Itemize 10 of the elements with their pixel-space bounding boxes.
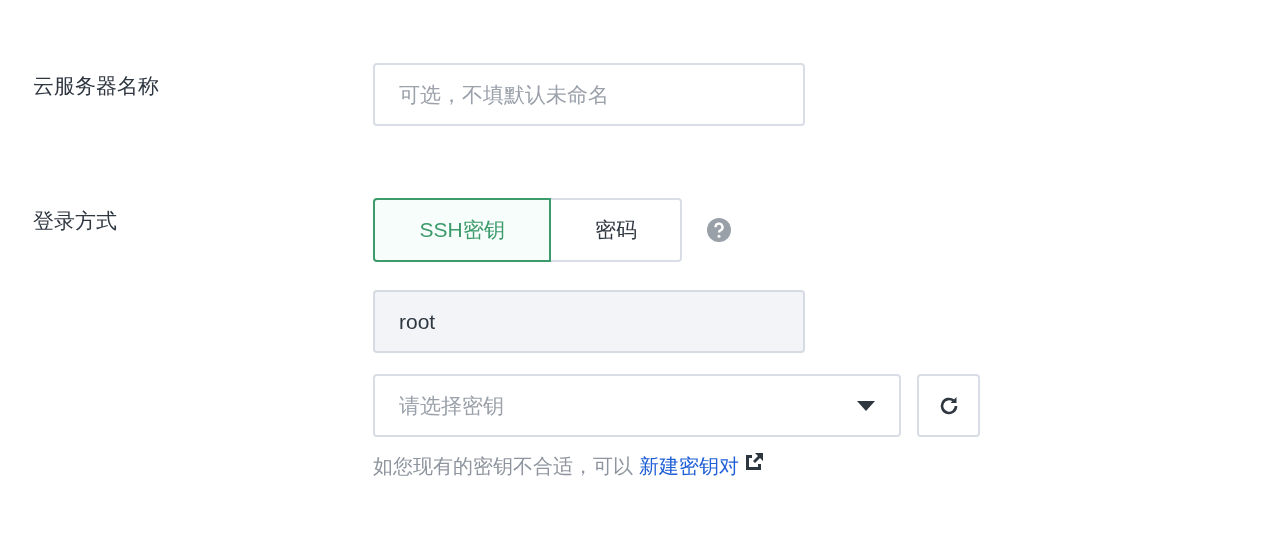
caret-icon bbox=[857, 400, 875, 411]
field-label: 登录方式 bbox=[33, 208, 118, 234]
refresh-button[interactable] bbox=[917, 374, 980, 437]
input-field[interactable]: 可选，不填默认未命名 bbox=[373, 63, 805, 126]
login-method-tab[interactable]: 密码 bbox=[551, 198, 682, 262]
field-label: 云服务器名称 bbox=[33, 73, 160, 99]
help-icon[interactable] bbox=[707, 218, 731, 242]
login-method-tab[interactable]: SSH密钥 bbox=[373, 198, 551, 262]
create-key-link[interactable]: 新建密钥对 bbox=[638, 455, 739, 477]
hint-text: 如您现有的密钥不合适，可以 新建密钥对 bbox=[373, 454, 739, 479]
